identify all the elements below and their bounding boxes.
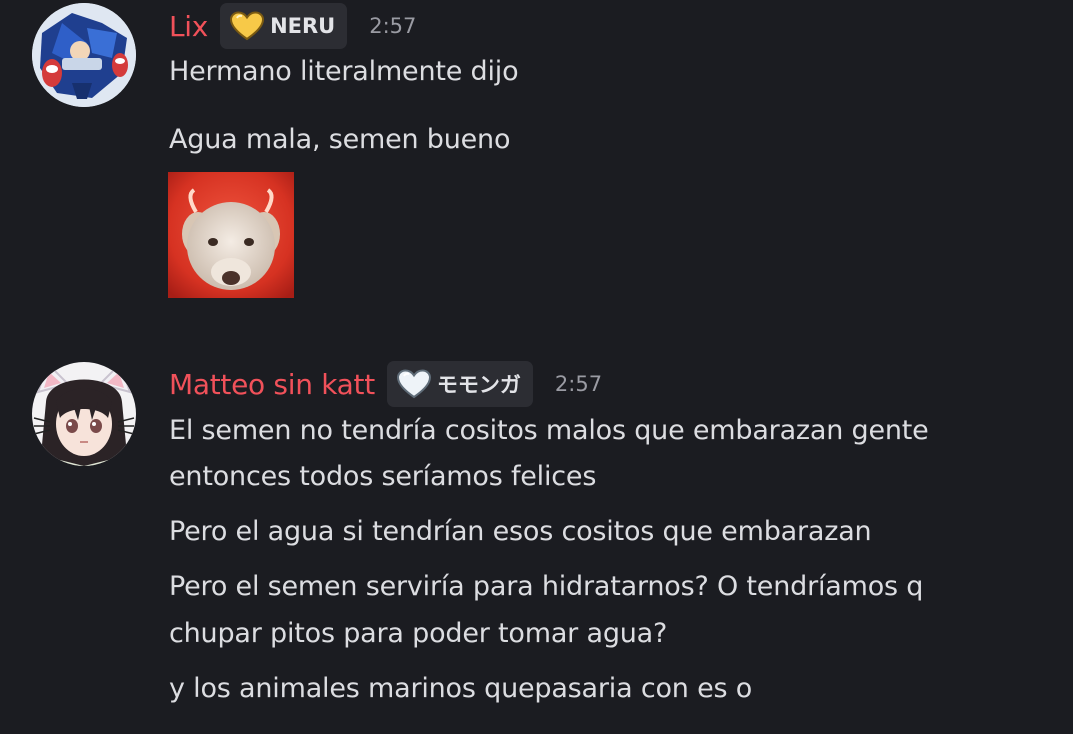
avatar-anime-catgirl-icon — [32, 362, 136, 466]
white-heart-icon — [396, 369, 431, 399]
message-text: chupar pitos para poder tomar agua? — [169, 618, 668, 649]
message-text: y los animales marinos quepasaria con es… — [169, 673, 753, 704]
message-header-matteo: Matteo sin katt モモンガ 2:57 — [169, 360, 602, 408]
message-group-matteo: Matteo sin katt モモンガ 2:57 El semen no te… — [0, 0, 1073, 734]
message-text: Pero el semen serviría para hidratarnos?… — [169, 571, 924, 602]
message-text: Pero el agua si tendrían esos cositos qu… — [169, 516, 872, 547]
message-text: El semen no tendría cositos malos que em… — [169, 415, 929, 446]
timestamp[interactable]: 2:57 — [555, 372, 602, 396]
username[interactable]: Matteo sin katt — [169, 368, 375, 401]
avatar-matteo[interactable] — [32, 362, 136, 466]
message-text: entonces todos seríamos felices — [169, 461, 597, 492]
guild-tag[interactable]: モモンガ — [386, 361, 533, 407]
guild-tag-label: モモンガ — [436, 373, 521, 397]
